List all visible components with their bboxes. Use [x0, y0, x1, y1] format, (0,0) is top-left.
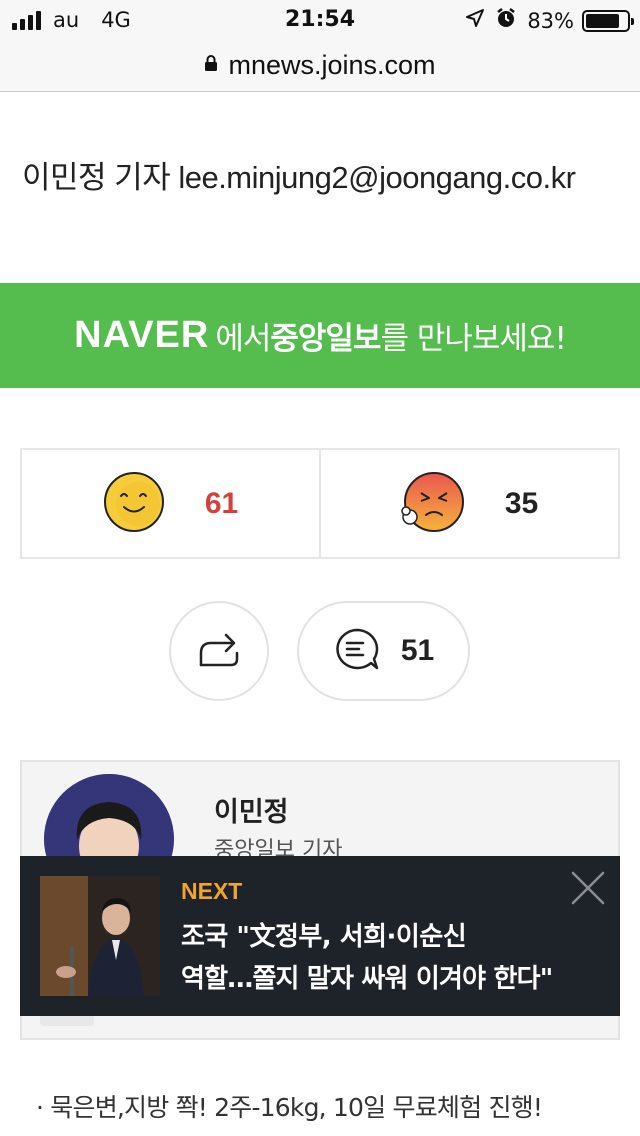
like-count: 61 — [204, 486, 239, 520]
share-icon — [197, 629, 241, 673]
angry-face-icon — [401, 471, 465, 537]
battery-percent: 83% — [527, 8, 574, 33]
reaction-box: 61 35 — [20, 448, 620, 559]
naver-banner-brand: 중앙일보 — [270, 321, 381, 357]
like-reaction-button[interactable]: 61 — [22, 450, 319, 557]
reporter-name: 이민정 — [214, 797, 289, 828]
lock-icon — [204, 54, 218, 76]
battery-icon — [582, 9, 634, 32]
naver-banner-text-before: 에서 — [215, 321, 271, 357]
smile-face-icon — [103, 471, 165, 537]
location-arrow-icon — [465, 8, 485, 33]
next-label: NEXT — [181, 878, 243, 904]
alarm-clock-icon — [495, 7, 517, 34]
angry-count: 35 — [504, 486, 539, 520]
url-text[interactable]: mnews.joins.com — [228, 50, 435, 81]
next-article-popup[interactable]: NEXT 조국 "文정부, 서희·이순신 역할…쫄지 말자 싸워 이겨야 한다" — [20, 856, 620, 1016]
status-right: 83% — [465, 7, 634, 34]
ad-link[interactable]: · 묵은변,지방 쫙! 2주-16kg, 10일 무료체험 진행! — [36, 1088, 543, 1124]
comment-button[interactable]: 51 — [297, 601, 470, 701]
naver-subscribe-banner[interactable]: NAVER 에서 중앙일보 를 만나보세요! — [0, 283, 640, 388]
status-bar: au 4G 21:54 83% — [0, 0, 640, 40]
share-button[interactable] — [169, 601, 269, 701]
comment-count: 51 — [400, 634, 435, 667]
naver-banner-text-after: 를 만나보세요! — [380, 321, 566, 357]
next-article-thumbnail[interactable] — [40, 876, 160, 996]
url-bar[interactable]: mnews.joins.com — [0, 40, 640, 92]
angry-reaction-button[interactable]: 35 — [319, 450, 618, 557]
comment-bubble-icon — [333, 626, 381, 676]
article-byline: 이민정 기자 lee.minjung2@joongang.co.kr — [22, 160, 576, 195]
naver-logo: NAVER — [74, 314, 210, 356]
close-icon[interactable] — [570, 870, 606, 906]
next-article-title-line1[interactable]: 조국 "文정부, 서희·이순신 — [181, 916, 467, 953]
next-article-title-line2[interactable]: 역할…쫄지 말자 싸워 이겨야 한다" — [181, 958, 553, 995]
